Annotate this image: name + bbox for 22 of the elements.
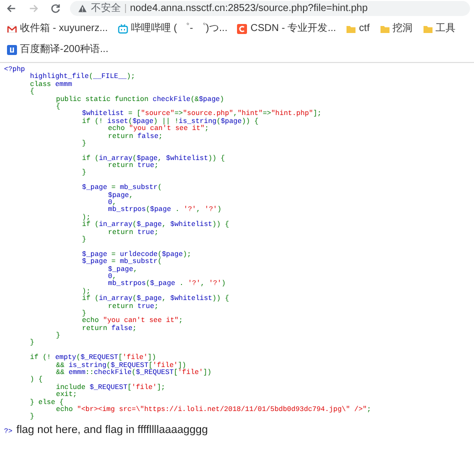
- warning-icon: [78, 4, 87, 12]
- c-logo-icon: [237, 24, 248, 34]
- mail-icon: [7, 24, 17, 34]
- arrow-icon: [6, 2, 16, 14]
- bookmark[interactable]: 收件箱 - xuyunerz...: [4, 20, 111, 37]
- arrow-icon: [28, 2, 38, 14]
- reload-icon: [50, 2, 60, 14]
- bookmark[interactable]: ctf: [343, 20, 373, 37]
- tv-icon: [118, 24, 128, 34]
- bookmark[interactable]: 哔哩哔哩 ( ゜- ゜)つ...: [114, 20, 230, 37]
- translate-icon: [7, 44, 17, 54]
- address-bar[interactable]: 不安全 node4.anna.nssctf.cn:28523/source.php?file=hint.php: [70, 0, 470, 16]
- bookmark[interactable]: 挖洞: [376, 20, 416, 37]
- url-text: node4.anna.nssctf.cn:28523/source.php?file=hint.php: [130, 2, 368, 16]
- security-label: 不安全: [91, 2, 121, 16]
- folder-icon: [380, 24, 390, 34]
- bookmark[interactable]: 百度翻译-200种语...: [4, 41, 112, 58]
- bookmark[interactable]: 工具: [420, 20, 459, 37]
- folder-icon: [346, 24, 356, 34]
- bookmark[interactable]: CSDN - 专业开发...: [234, 20, 340, 37]
- output-text: flag not here, and flag in ffffllllaaaagggg: [16, 422, 208, 438]
- folder-icon: [422, 24, 433, 34]
